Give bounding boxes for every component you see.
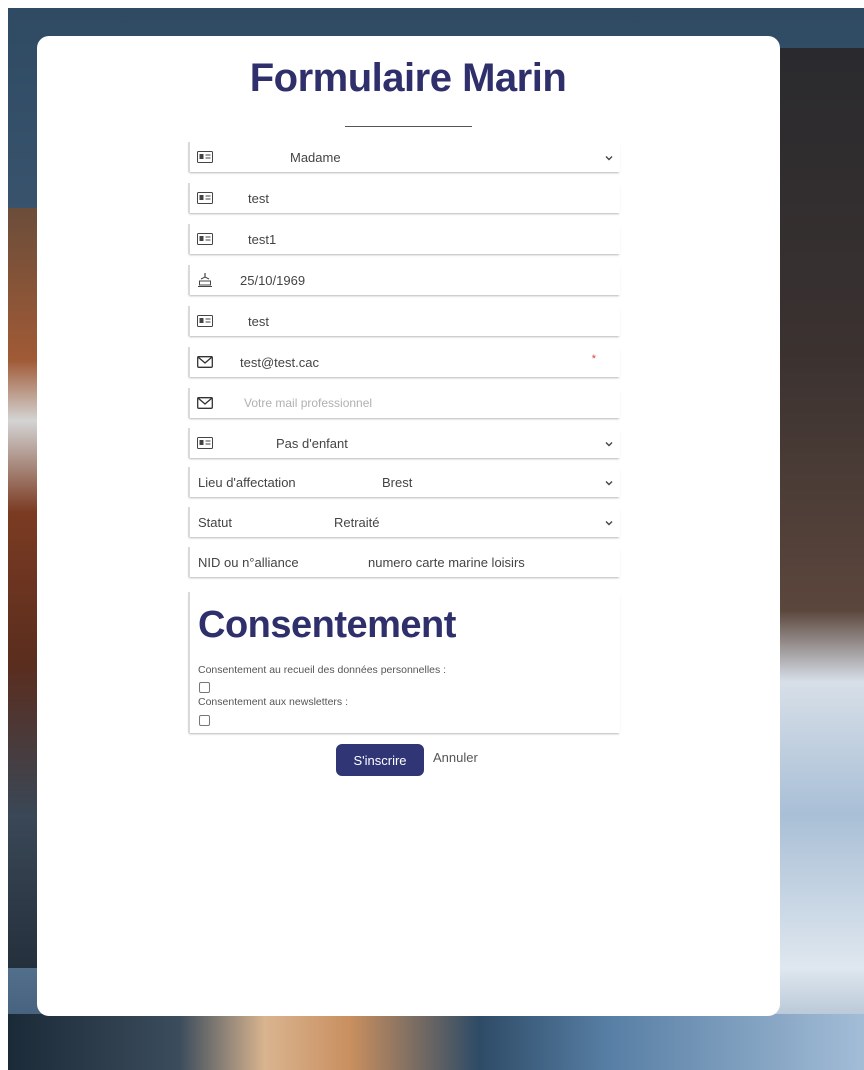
background-photo-right	[774, 48, 864, 1070]
chevron-down-icon	[604, 437, 614, 447]
title-divider	[345, 126, 472, 127]
newsletter-consent-label: Consentement aux newsletters :	[198, 696, 348, 708]
civility-value: Madame	[290, 150, 341, 165]
chevron-down-icon	[604, 151, 614, 161]
nid-placeholder: numero carte marine loisirs	[368, 555, 525, 570]
consent-section: Consentement Consentement au recueil des…	[188, 592, 620, 733]
pro-email-field[interactable]: Votre mail professionnel	[188, 388, 620, 418]
cake-icon	[196, 271, 214, 289]
email-field[interactable]: test@test.cac *	[188, 347, 620, 377]
id-card-icon	[196, 148, 214, 166]
background-photo-bottom	[8, 1014, 864, 1070]
last-name-value: test1	[248, 232, 277, 247]
civility-select[interactable]: Madame	[188, 142, 620, 172]
cancel-button[interactable]: Annuler	[433, 750, 478, 765]
text-field[interactable]: test	[188, 306, 620, 336]
required-mark: *	[591, 353, 596, 365]
page-title: Formulaire Marin	[249, 56, 567, 100]
chevron-down-icon	[604, 476, 614, 486]
assignment-select[interactable]: Lieu d'affectation Brest	[188, 467, 620, 497]
last-name-field[interactable]: test1	[188, 224, 620, 254]
nid-field[interactable]: NID ou n°alliance numero carte marine lo…	[188, 547, 620, 577]
mail-icon	[196, 353, 214, 371]
pro-email-placeholder: Votre mail professionnel	[244, 396, 373, 410]
id-card-icon	[196, 434, 214, 452]
nid-label: NID ou n°alliance	[198, 555, 299, 570]
personal-data-consent-label: Consentement au recueil des données pers…	[198, 664, 447, 676]
submit-button[interactable]: S'inscrire	[336, 744, 424, 776]
id-card-icon	[196, 312, 214, 330]
mail-icon	[196, 394, 214, 412]
assignment-label: Lieu d'affectation	[198, 475, 296, 490]
consent-title: Consentement	[198, 604, 456, 646]
email-value: test@test.cac	[240, 355, 319, 370]
birth-date-value: 25/10/1969	[240, 273, 306, 288]
assignment-value: Brest	[382, 475, 413, 490]
status-select[interactable]: Statut Retraité	[188, 507, 620, 537]
first-name-value: test	[248, 191, 269, 206]
id-card-icon	[196, 230, 214, 248]
newsletter-consent-checkbox[interactable]	[199, 715, 210, 726]
status-value: Retraité	[334, 515, 380, 530]
id-card-icon	[196, 189, 214, 207]
first-name-field[interactable]: test	[188, 183, 620, 213]
status-label: Statut	[198, 515, 232, 530]
children-select[interactable]: Pas d'enfant	[188, 428, 620, 458]
text-field-value: test	[248, 314, 269, 329]
chevron-down-icon	[604, 516, 614, 526]
birth-date-field[interactable]: 25/10/1969	[188, 265, 620, 295]
personal-data-consent-checkbox[interactable]	[199, 682, 210, 693]
children-value: Pas d'enfant	[276, 436, 348, 451]
